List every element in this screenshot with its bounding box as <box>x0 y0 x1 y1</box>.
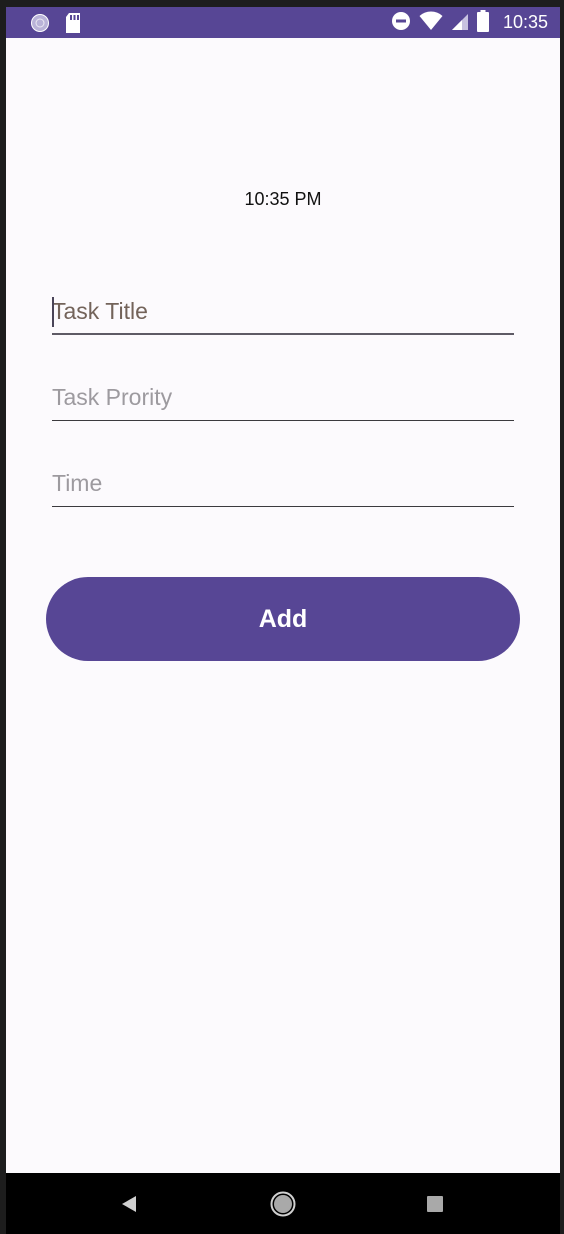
task-priority-input[interactable] <box>52 377 514 417</box>
time-input[interactable] <box>52 463 514 503</box>
task-title-underline <box>52 333 514 335</box>
time-underline <box>52 506 514 507</box>
wifi-icon <box>419 11 443 35</box>
text-cursor <box>52 297 54 327</box>
signal-icon <box>451 11 469 35</box>
back-icon[interactable] <box>112 1187 146 1221</box>
sd-card-icon <box>64 12 82 34</box>
status-time: 10:35 <box>502 12 548 32</box>
add-button[interactable]: Add <box>46 577 520 661</box>
recents-icon[interactable] <box>418 1187 452 1221</box>
activity-icon <box>30 13 50 33</box>
task-title-field[interactable] <box>52 291 514 335</box>
time-display: 10:35 PM <box>244 189 322 209</box>
status-bar: 10:35 <box>6 7 560 38</box>
task-priority-field[interactable] <box>52 377 514 421</box>
task-priority-underline <box>52 420 514 421</box>
navigation-bar <box>6 1173 560 1234</box>
task-title-input[interactable] <box>52 291 514 331</box>
home-icon[interactable] <box>266 1187 300 1221</box>
status-icons: 10:35 <box>391 7 548 38</box>
phone-frame: 10:35 10:35 PM Add <box>0 0 564 1234</box>
time-field[interactable] <box>52 463 514 507</box>
battery-icon <box>476 9 489 36</box>
app-screen: 10:35 10:35 PM Add <box>6 7 560 1234</box>
do-not-disturb-icon <box>391 11 411 35</box>
